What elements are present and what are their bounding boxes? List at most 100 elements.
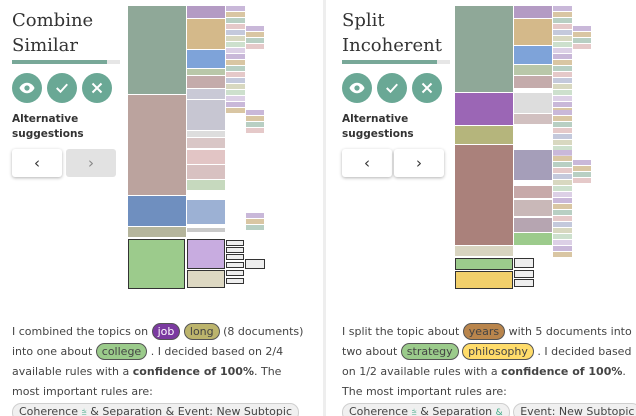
- treemap-cell[interactable]: [573, 172, 591, 177]
- treemap-cell[interactable]: [514, 186, 552, 198]
- treemap-cell[interactable]: [226, 42, 245, 47]
- treemap-cell[interactable]: [514, 76, 552, 88]
- treemap-cell[interactable]: [455, 6, 513, 92]
- treemap-cell[interactable]: [226, 84, 245, 89]
- treemap-cell[interactable]: [226, 240, 244, 246]
- treemap-cell[interactable]: [226, 30, 245, 35]
- treemap-cell[interactable]: [226, 96, 245, 101]
- treemap-cell[interactable]: [226, 108, 245, 113]
- treemap-cell[interactable]: [246, 122, 264, 127]
- treemap-cell[interactable]: [553, 6, 572, 11]
- treemap-cell[interactable]: [187, 150, 225, 164]
- topic-word-chip[interactable]: long: [183, 323, 220, 340]
- treemap-cell[interactable]: [226, 18, 245, 23]
- treemap-cell[interactable]: [226, 278, 244, 284]
- treemap-cell[interactable]: [226, 72, 245, 77]
- treemap-cell[interactable]: [553, 66, 572, 71]
- treemap-cell[interactable]: [553, 84, 572, 89]
- view-button[interactable]: [12, 73, 42, 103]
- next-alternative-button[interactable]: ›: [394, 149, 444, 177]
- treemap-cell[interactable]: [553, 240, 572, 245]
- treemap-cell[interactable]: [455, 271, 513, 289]
- treemap-cell[interactable]: [514, 233, 552, 245]
- treemap-cell[interactable]: [246, 26, 264, 31]
- treemap-cell[interactable]: [514, 200, 552, 216]
- treemap-cell[interactable]: [553, 128, 572, 133]
- treemap-cell[interactable]: [553, 174, 572, 179]
- treemap-cell[interactable]: [553, 102, 572, 107]
- treemap-cell[interactable]: [226, 90, 245, 95]
- treemap-cell[interactable]: [187, 19, 225, 49]
- treemap-cell[interactable]: [246, 213, 264, 218]
- treemap-cell[interactable]: [226, 102, 245, 107]
- rule-chip[interactable]: Coherence ⩭ & Separation & Event: New Su…: [12, 403, 300, 416]
- treemap-cell[interactable]: [187, 6, 225, 18]
- treemap-cell[interactable]: [553, 246, 572, 251]
- treemap-cell[interactable]: [553, 42, 572, 47]
- treemap-cell[interactable]: [553, 156, 572, 161]
- treemap-cell[interactable]: [246, 32, 264, 37]
- treemap-cell[interactable]: [553, 216, 572, 221]
- rule-chip[interactable]: Event: New Subtopic: [513, 403, 636, 416]
- treemap-cell[interactable]: [553, 186, 572, 191]
- treemap-cell[interactable]: [187, 180, 225, 190]
- treemap-cell[interactable]: [514, 6, 552, 18]
- treemap-cell[interactable]: [553, 252, 572, 257]
- topic-word-chip[interactable]: job: [151, 323, 181, 340]
- treemap-cell[interactable]: [455, 246, 513, 256]
- treemap-cell[interactable]: [514, 114, 552, 124]
- treemap-cell[interactable]: [246, 219, 264, 224]
- treemap-cell[interactable]: [455, 93, 513, 125]
- treemap-cell[interactable]: [226, 12, 245, 17]
- treemap-cell[interactable]: [553, 54, 572, 59]
- treemap-cell[interactable]: [553, 234, 572, 239]
- treemap-cell[interactable]: [573, 160, 591, 165]
- treemap-cell[interactable]: [455, 145, 513, 245]
- treemap-cell[interactable]: [514, 46, 552, 64]
- treemap-cell[interactable]: [128, 95, 186, 195]
- topic-word-chip[interactable]: years: [462, 323, 506, 340]
- treemap-cell[interactable]: [128, 6, 186, 94]
- treemap-cell[interactable]: [514, 65, 552, 75]
- treemap-cell[interactable]: [573, 178, 591, 183]
- treemap-cell[interactable]: [553, 228, 572, 233]
- treemap-cell[interactable]: [514, 270, 534, 278]
- treemap-cell[interactable]: [187, 50, 225, 68]
- reject-button[interactable]: [412, 73, 442, 103]
- treemap-cell[interactable]: [246, 225, 264, 230]
- treemap-cell[interactable]: [553, 36, 572, 41]
- treemap-cell[interactable]: [187, 200, 225, 224]
- treemap-cell[interactable]: [553, 60, 572, 65]
- treemap-cell[interactable]: [246, 110, 264, 115]
- treemap-cell[interactable]: [187, 76, 225, 88]
- treemap-cell[interactable]: [187, 100, 225, 130]
- topic-word-chip[interactable]: strategy: [400, 343, 459, 360]
- treemap-cell[interactable]: [553, 134, 572, 139]
- treemap-cell[interactable]: [226, 254, 244, 260]
- treemap-cell[interactable]: [226, 24, 245, 29]
- treemap-cell[interactable]: [226, 262, 244, 268]
- treemap-cell[interactable]: [553, 180, 572, 185]
- treemap-cell[interactable]: [226, 48, 245, 53]
- treemap-cell[interactable]: [553, 96, 572, 101]
- treemap-cell[interactable]: [553, 72, 572, 77]
- view-button[interactable]: [342, 73, 372, 103]
- next-alternative-button[interactable]: ›: [66, 149, 116, 177]
- treemap-cell[interactable]: [553, 110, 572, 115]
- treemap-cell[interactable]: [553, 162, 572, 167]
- treemap-cell[interactable]: [553, 204, 572, 209]
- treemap-cell[interactable]: [226, 60, 245, 65]
- treemap-cell[interactable]: [187, 270, 225, 288]
- treemap-cell[interactable]: [573, 38, 591, 43]
- treemap-cell[interactable]: [514, 19, 552, 45]
- prev-alternative-button[interactable]: ‹: [12, 149, 62, 177]
- treemap-cell[interactable]: [573, 26, 591, 31]
- treemap-cell[interactable]: [553, 24, 572, 29]
- treemap-cell[interactable]: [187, 89, 225, 99]
- treemap-cell[interactable]: [553, 48, 572, 53]
- accept-button[interactable]: [377, 73, 407, 103]
- treemap-cell[interactable]: [226, 6, 245, 11]
- treemap-cell[interactable]: [246, 44, 264, 49]
- treemap-cell[interactable]: [187, 165, 225, 179]
- treemap-cell[interactable]: [514, 258, 534, 268]
